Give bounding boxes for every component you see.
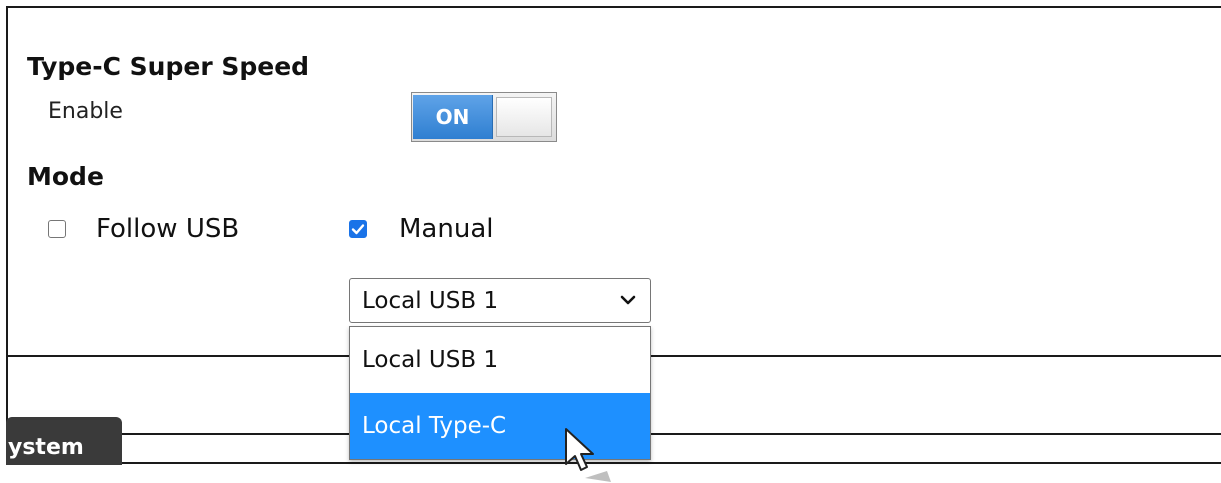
divider-line <box>122 433 1221 435</box>
source-select-value: Local USB 1 <box>362 287 499 314</box>
dropdown-option-local-usb-1[interactable]: Local USB 1 <box>350 327 650 393</box>
chevron-down-icon <box>620 295 636 305</box>
manual-checkbox[interactable] <box>349 220 367 238</box>
follow-usb-label: Follow USB <box>96 214 240 244</box>
enable-label: Enable <box>48 99 123 124</box>
follow-usb-option[interactable]: Follow USB <box>48 214 239 244</box>
manual-label: Manual <box>399 214 494 244</box>
system-tab[interactable]: ystem <box>6 417 122 465</box>
follow-usb-checkbox[interactable] <box>48 220 66 238</box>
manual-option[interactable]: Manual <box>349 214 493 244</box>
checkmark-icon <box>351 224 365 235</box>
mode-title: Mode <box>27 162 104 191</box>
toggle-on-label: ON <box>413 95 493 139</box>
source-select[interactable]: Local USB 1 <box>349 278 651 323</box>
mouse-pointer-icon <box>565 428 611 482</box>
toggle-knob <box>496 97 552 137</box>
enable-toggle-switch[interactable]: ON <box>411 92 557 142</box>
type-c-super-speed-title: Type-C Super Speed <box>27 52 310 81</box>
